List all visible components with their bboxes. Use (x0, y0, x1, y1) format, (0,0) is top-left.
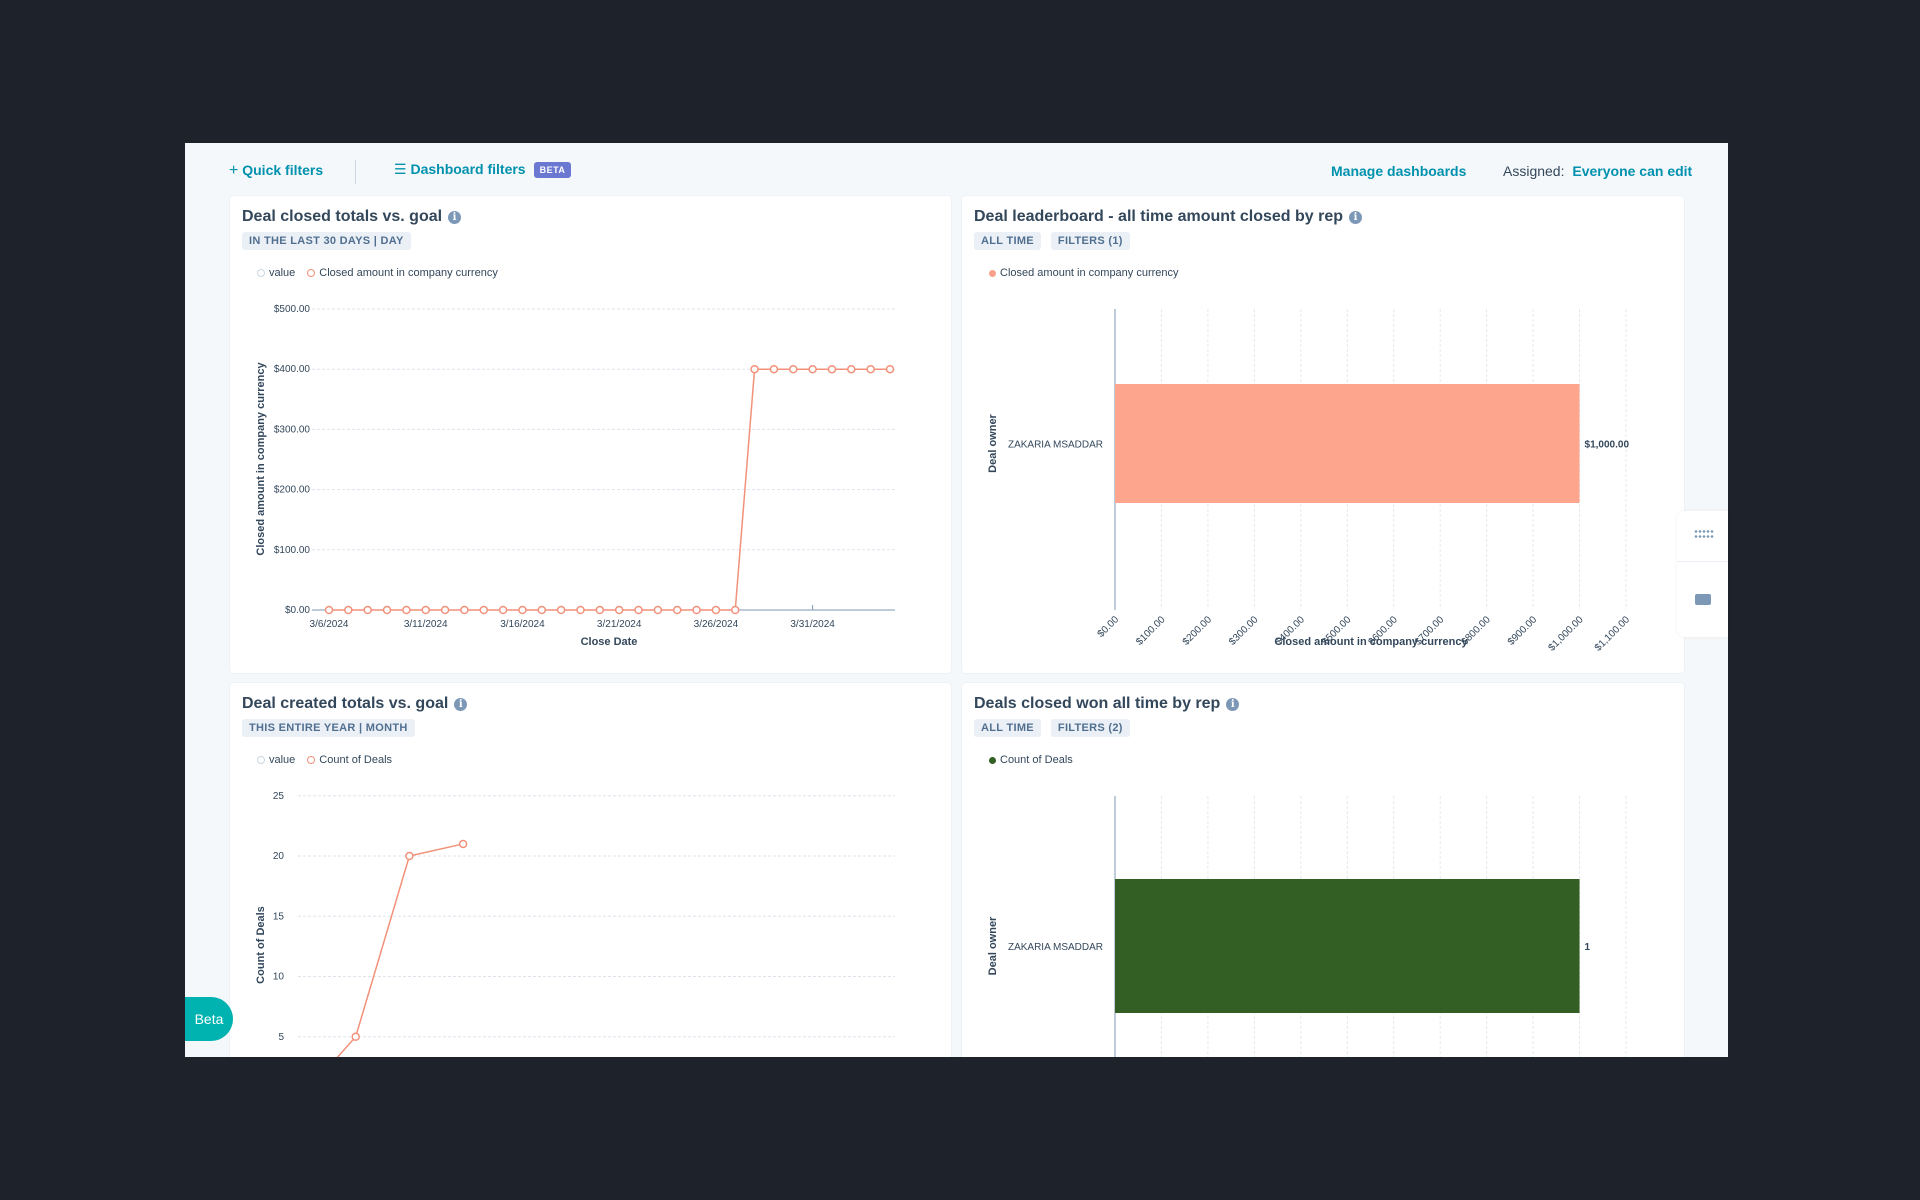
side-divider (1677, 561, 1728, 562)
quick-filters-label: Quick filters (242, 162, 324, 178)
chat-icon[interactable] (1695, 594, 1711, 605)
card-deal-created-totals: Deal created totals vs. goal i THIS ENTIR… (230, 683, 951, 1083)
filters-tag[interactable]: FILTERS (1) (1050, 232, 1130, 250)
date-range-tag[interactable]: IN THE LAST 30 DAYS | DAY (242, 232, 411, 250)
assigned-label: Assigned: (1503, 163, 1565, 179)
legend-label: value (269, 754, 296, 766)
card-title: Deal leaderboard - all time amount close… (974, 208, 1343, 225)
legend-label: Closed amount in company currency (319, 267, 498, 279)
legend-label: Count of Deals (1000, 754, 1073, 766)
legend-item-count-of-deals[interactable]: Count of Deals (989, 754, 1073, 766)
side-widget (1677, 511, 1728, 637)
plus-icon: + (229, 162, 239, 179)
dashboard-filters-group: ☰ Dashboard filters BETA (394, 161, 572, 178)
grid-icon[interactable] (1694, 529, 1714, 539)
backdrop (0, 1057, 1920, 1200)
card-deal-closed-totals: Deal closed totals vs. goal i IN THE LAST… (230, 196, 951, 673)
info-icon[interactable]: i (1349, 210, 1362, 224)
legend-item-value[interactable]: value (257, 267, 295, 279)
card-deal-leaderboard: Deal leaderboard - all time amount close… (962, 196, 1684, 673)
info-icon[interactable]: i (454, 697, 468, 711)
toolbar-divider (355, 160, 356, 184)
legend-item-count-of-deals[interactable]: Count of Deals (307, 754, 392, 766)
legend-label: Closed amount in company currency (1000, 267, 1179, 279)
legend-item-value[interactable]: value (257, 754, 295, 766)
legend-label: Count of Deals (319, 754, 393, 766)
card-title: Deal closed totals vs. goal (242, 208, 443, 225)
assigned-value-link[interactable]: Everyone can edit (1572, 163, 1692, 179)
legend-label: value (269, 267, 296, 279)
sliders-icon: ☰ (394, 161, 407, 177)
card-title: Deals closed won all time by rep (974, 695, 1221, 712)
info-icon[interactable]: i (448, 210, 462, 224)
assigned-group: Assigned: Everyone can edit (1503, 163, 1692, 179)
info-icon[interactable]: i (1226, 697, 1240, 711)
legend-item-closed-amount[interactable]: Closed amount in company currency (989, 267, 1179, 279)
filters-tag[interactable]: FILTERS (2) (1050, 719, 1130, 737)
legend-item-closed-amount[interactable]: Closed amount in company currency (307, 267, 498, 279)
date-range-tag[interactable]: THIS ENTIRE YEAR | MONTH (242, 719, 415, 737)
beta-badge: BETA (533, 161, 572, 178)
date-range-tag[interactable]: ALL TIME (974, 232, 1041, 250)
dashboard-filters-label: Dashboard filters (410, 161, 526, 177)
dashboard-filters-button[interactable]: ☰ Dashboard filters (394, 161, 526, 178)
card-title: Deal created totals vs. goal (242, 695, 449, 712)
beta-button[interactable]: Beta (185, 997, 233, 1041)
date-range-tag[interactable]: ALL TIME (974, 719, 1041, 737)
card-deals-closed-won: Deals closed won all time by rep i ALL TI… (962, 683, 1684, 1083)
quick-filters-button[interactable]: + Quick filters (229, 162, 323, 180)
manage-dashboards-link[interactable]: Manage dashboards (1331, 163, 1466, 179)
